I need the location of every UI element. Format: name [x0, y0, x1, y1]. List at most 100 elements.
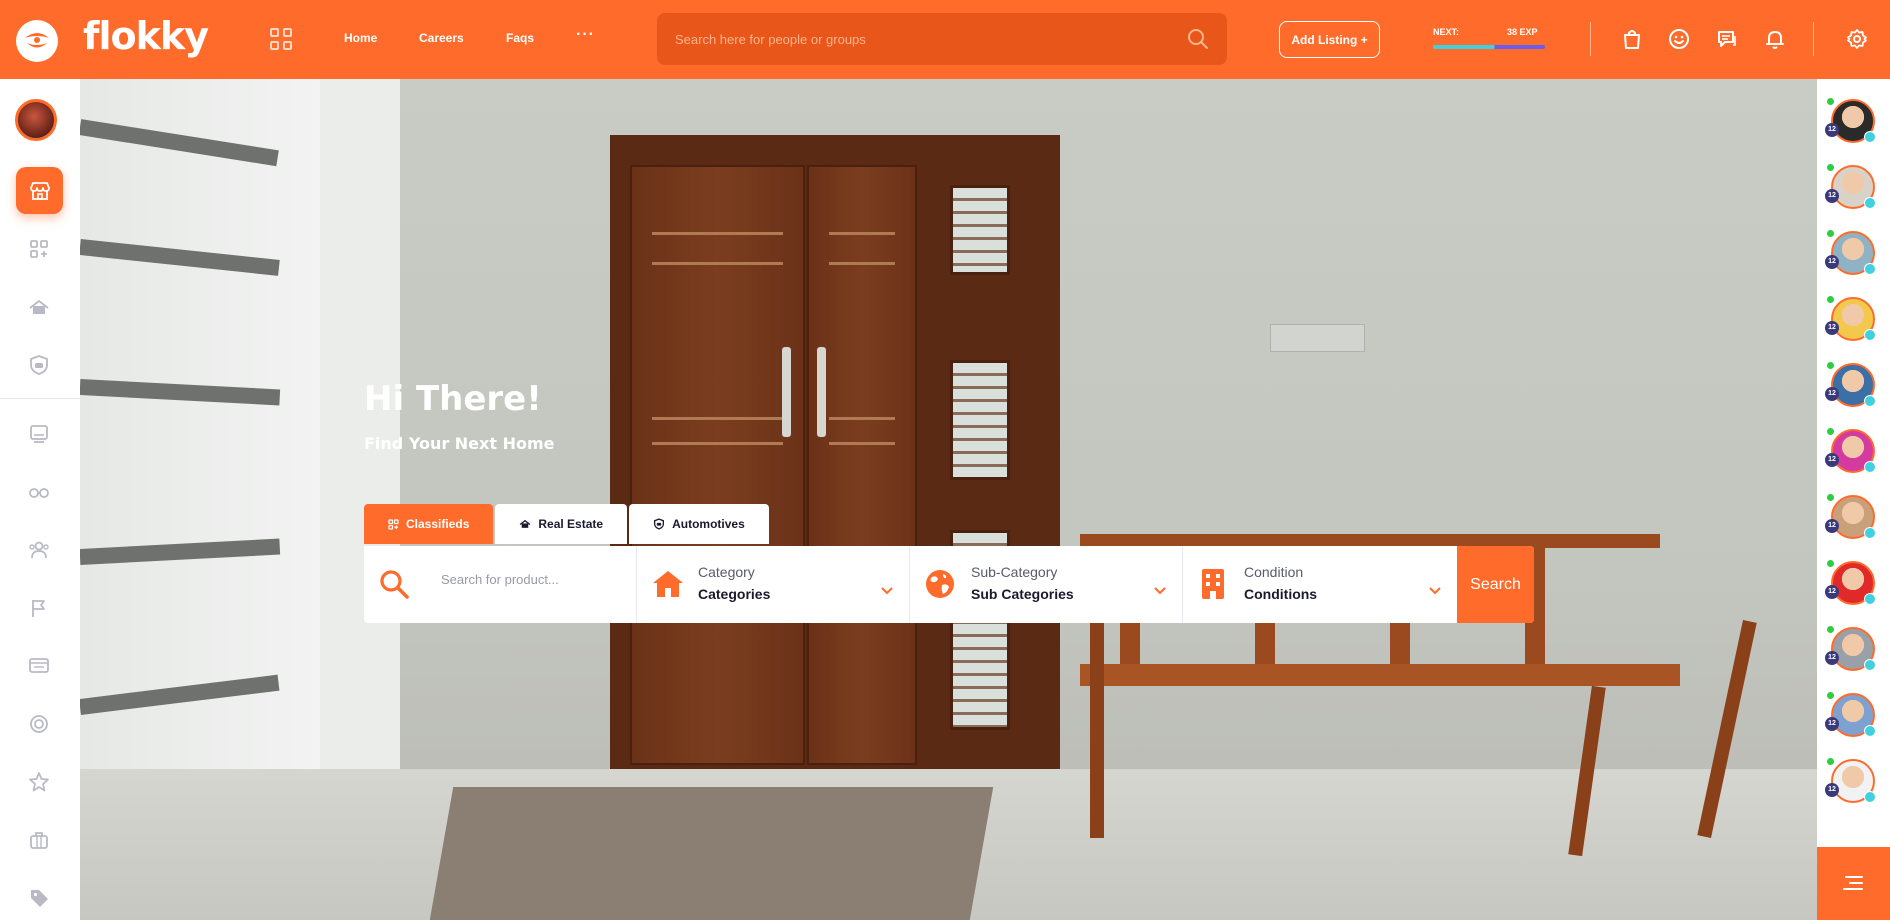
exp-progress-fill	[1433, 45, 1545, 49]
tab-automotives[interactable]: Automotives	[629, 504, 769, 544]
apps-icon[interactable]	[28, 238, 50, 260]
header-divider	[1590, 22, 1591, 56]
online-status-dot	[1826, 361, 1835, 370]
search-icon	[378, 568, 410, 605]
condition-select[interactable]: Condition Conditions	[1183, 546, 1457, 623]
briefcase-icon[interactable]	[28, 829, 50, 851]
category-value: Categories	[698, 586, 771, 602]
chevron-down-icon	[1154, 582, 1166, 600]
verified-check-icon	[1864, 659, 1876, 671]
online-status-dot	[1826, 295, 1835, 304]
header-divider	[1813, 22, 1814, 56]
logo-text[interactable]: flokky	[83, 14, 209, 58]
online-status-dot	[1826, 97, 1835, 106]
sidebar-divider	[0, 398, 80, 399]
category-label: Category	[698, 564, 755, 580]
glasses-icon[interactable]	[28, 481, 50, 503]
logo-icon[interactable]	[16, 20, 58, 62]
newsfeed-icon[interactable]	[28, 423, 50, 445]
bell-icon[interactable]	[1764, 28, 1786, 50]
search-icon[interactable]	[1187, 28, 1209, 55]
add-listing-button[interactable]: Add Listing +	[1279, 21, 1380, 58]
subcategory-value: Sub Categories	[971, 586, 1074, 602]
level-badge: 12	[1825, 321, 1839, 335]
star-icon[interactable]	[28, 771, 50, 793]
level-badge: 12	[1825, 717, 1839, 731]
bag-icon[interactable]	[1621, 28, 1643, 50]
real-estate-icon	[520, 519, 531, 528]
menu-icon[interactable]	[1817, 847, 1890, 920]
subcategory-label: Sub-Category	[971, 564, 1058, 580]
tag-icon[interactable]	[28, 887, 50, 909]
nav-careers-link[interactable]: Careers	[419, 31, 464, 45]
real-estate-icon[interactable]	[28, 296, 50, 318]
hero-banner: Hi There! Find Your Next Home Classified…	[80, 79, 1817, 920]
user-avatar[interactable]	[15, 99, 57, 141]
level-badge: 12	[1825, 585, 1839, 599]
globe-icon	[924, 568, 956, 605]
nav-more-button[interactable]: ···	[576, 26, 595, 44]
target-icon[interactable]	[28, 713, 50, 735]
exp-next-label: NEXT:	[1433, 27, 1460, 37]
home-icon	[651, 568, 685, 605]
automotive-icon[interactable]	[28, 354, 50, 376]
chevron-down-icon	[1429, 582, 1441, 600]
gear-icon[interactable]	[1846, 28, 1868, 50]
level-badge: 12	[1825, 651, 1839, 665]
verified-check-icon	[1864, 791, 1876, 803]
level-badge: 12	[1825, 387, 1839, 401]
right-sidebar-friends: 12 12 12 12 12 12 12 12 12 12 12	[1817, 79, 1890, 920]
online-status-dot	[1826, 625, 1835, 634]
nav-faqs-link[interactable]: Faqs	[506, 31, 534, 45]
smiley-icon[interactable]	[1668, 28, 1690, 50]
tab-classifieds[interactable]: Classifieds	[364, 504, 494, 544]
verified-check-icon	[1864, 131, 1876, 143]
chevron-down-icon	[881, 582, 893, 600]
apps-grid-icon[interactable]	[270, 28, 292, 50]
online-status-dot	[1826, 163, 1835, 172]
groups-icon[interactable]	[28, 539, 50, 561]
hero-title: Hi There!	[364, 379, 542, 419]
level-badge: 12	[1825, 123, 1839, 137]
search-button[interactable]: Search	[1457, 546, 1534, 623]
listing-type-tabs: Classifieds Real Estate Automotives	[364, 504, 769, 544]
verified-check-icon	[1864, 197, 1876, 209]
condition-value: Conditions	[1244, 586, 1318, 602]
online-status-dot	[1826, 427, 1835, 436]
subcategory-select[interactable]: Sub-Category Sub Categories	[910, 546, 1183, 623]
nav-home-link[interactable]: Home	[344, 31, 377, 45]
exp-value: 38 EXP	[1507, 27, 1538, 37]
condition-label: Condition	[1244, 564, 1304, 580]
category-select[interactable]: Category Categories	[637, 546, 910, 623]
header-search-input[interactable]	[675, 13, 1145, 65]
level-badge: 12	[1825, 453, 1839, 467]
verified-check-icon	[1864, 527, 1876, 539]
verified-check-icon	[1864, 593, 1876, 605]
header-search-bar	[657, 13, 1227, 65]
level-badge: 12	[1825, 783, 1839, 797]
automotive-icon	[654, 518, 665, 530]
messages-icon[interactable]	[1716, 28, 1738, 50]
apps-icon	[388, 518, 399, 530]
marketplace-icon[interactable]	[16, 167, 63, 214]
online-status-dot	[1826, 229, 1835, 238]
flag-icon[interactable]	[28, 597, 50, 619]
online-status-dot	[1826, 691, 1835, 700]
level-badge: 12	[1825, 255, 1839, 269]
online-status-dot	[1826, 493, 1835, 502]
verified-check-icon	[1864, 329, 1876, 341]
exp-progress-bar	[1433, 45, 1545, 49]
online-status-dot	[1826, 559, 1835, 568]
verified-check-icon	[1864, 263, 1876, 275]
level-badge: 12	[1825, 519, 1839, 533]
forum-icon[interactable]	[28, 655, 50, 677]
wall-switch	[1270, 324, 1365, 352]
level-badge: 12	[1825, 189, 1839, 203]
tab-automotives-label: Automotives	[672, 517, 745, 531]
tab-real-estate[interactable]: Real Estate	[495, 504, 628, 544]
product-search-cell	[364, 546, 637, 623]
left-sidebar	[0, 79, 80, 920]
product-search-input[interactable]	[441, 572, 621, 587]
verified-check-icon	[1864, 395, 1876, 407]
hero-door	[610, 135, 1060, 795]
